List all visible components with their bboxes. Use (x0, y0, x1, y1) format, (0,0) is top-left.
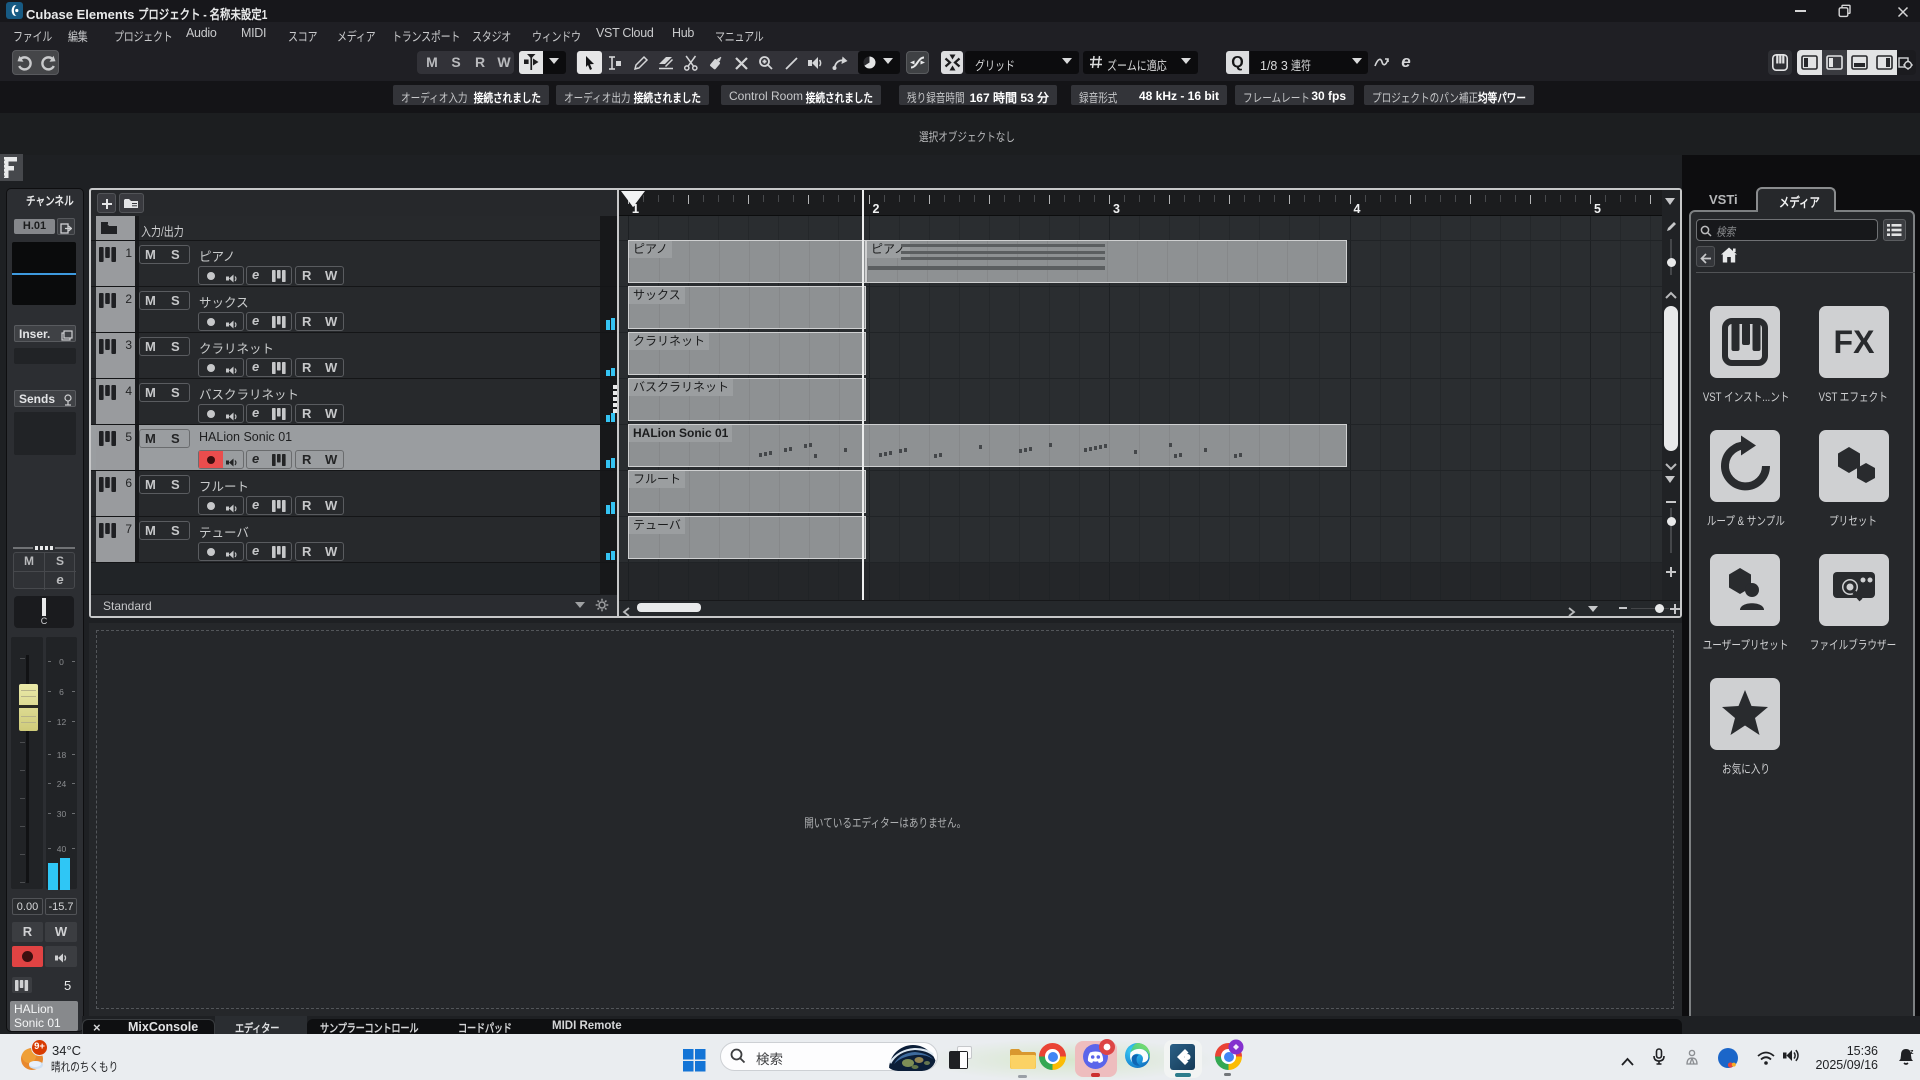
svg-text:FX: FX (1834, 324, 1876, 360)
svg-text:z: z (1910, 1049, 1914, 1056)
